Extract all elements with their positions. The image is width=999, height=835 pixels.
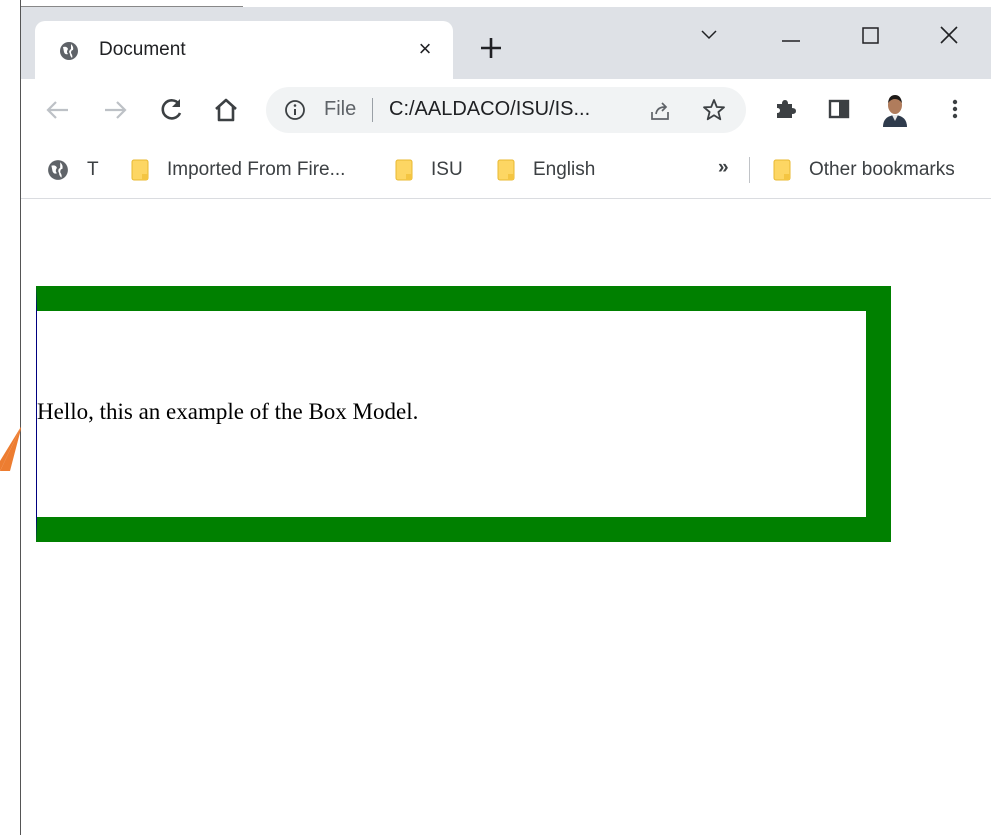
address-bar[interactable]: File C:/AALDACO/ISU/IS... [266,87,746,133]
url-scheme-label: File [324,98,357,120]
bookmarks-divider [749,157,750,183]
other-bookmarks-label: Other bookmarks [809,159,955,180]
other-bookmarks-folder[interactable]: Other bookmarks [773,155,955,185]
menu-more-icon[interactable] [941,95,969,123]
omnibox-divider [372,98,373,122]
bookmark-label: English [533,159,596,180]
bookmark-label: Imported From Fire... [167,159,346,180]
url-text[interactable]: C:/AALDACO/ISU/IS... [389,98,590,121]
bookmark-folder[interactable]: English [497,155,595,185]
tab-title: Document [99,39,186,60]
bookmarks-bar: T Imported From Fire... ISU English » Ot… [21,143,991,199]
tab-document[interactable]: Document × [35,21,453,81]
globe-icon [47,159,69,181]
minimize-icon[interactable] [771,17,811,53]
orange-arrow-shape [0,425,22,476]
side-panel-icon[interactable] [825,95,853,123]
folder-icon [497,159,515,181]
page-content: Hello, this an example of the Box Model. [21,199,991,835]
maximize-icon[interactable] [850,17,890,53]
browser-window: Document × File C:/AALDACO/ISU/IS... T I… [21,6,991,835]
folder-icon [773,159,791,181]
folder-icon [395,159,413,181]
bookmark-item[interactable]: T [47,155,99,185]
back-arrow-icon[interactable] [43,95,73,125]
info-icon[interactable] [284,99,306,121]
bookmark-folder[interactable]: ISU [395,155,463,185]
profile-avatar-icon[interactable] [878,91,912,127]
tab-strip: Document × [21,7,991,81]
bookmark-label: T [87,159,99,180]
globe-icon [59,41,79,61]
reload-icon[interactable] [156,95,186,125]
forward-arrow-icon[interactable] [100,95,130,125]
share-icon[interactable] [648,99,672,123]
tab-close-icon[interactable]: × [413,37,437,61]
tab-search-chevron-down-icon[interactable] [689,17,729,53]
home-icon[interactable] [211,95,241,125]
bookmark-folder[interactable]: Imported From Fire... [131,155,345,185]
close-window-icon[interactable] [929,17,969,53]
bookmark-star-icon[interactable] [701,97,727,123]
toolbar: File C:/AALDACO/ISU/IS... [21,79,991,143]
new-tab-icon[interactable] [476,33,506,63]
box-model-text: Hello, this an example of the Box Model. [37,399,419,424]
desktop-background [0,0,21,835]
folder-icon [131,159,149,181]
box-model-demo: Hello, this an example of the Box Model. [36,286,891,542]
extensions-puzzle-icon[interactable] [771,95,799,123]
bookmarks-overflow-chevron[interactable]: » [718,157,729,179]
bookmark-label: ISU [431,159,463,180]
